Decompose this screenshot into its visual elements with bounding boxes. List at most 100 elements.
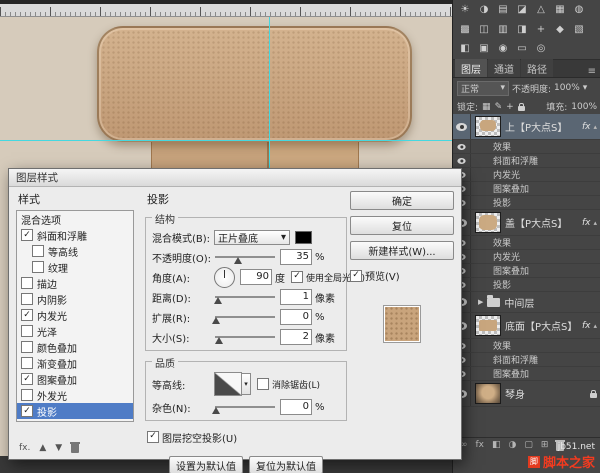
style-item[interactable]: 纹理 [17, 259, 133, 275]
delete-effect-button[interactable] [71, 444, 79, 453]
panel-icon[interactable]: ▦ [553, 3, 567, 17]
knockout-checkbox[interactable]: ✓ [147, 431, 159, 443]
effect-row[interactable]: 效果 [453, 339, 600, 353]
effect-row[interactable]: 斜面和浮雕 [453, 353, 600, 367]
effect-row[interactable]: 图案叠加 [453, 367, 600, 381]
move-effect-down-button[interactable]: ▼ [55, 443, 62, 453]
layer-row[interactable]: 琴身 [453, 381, 600, 407]
style-checkbox[interactable] [21, 277, 33, 289]
panel-icon[interactable]: ▣ [477, 42, 491, 56]
reset-button[interactable]: 复位 [350, 216, 454, 235]
layer-thumbnail[interactable] [475, 315, 501, 336]
lock-all-icon[interactable] [518, 106, 525, 111]
size-slider[interactable] [215, 336, 275, 338]
panel-footer-icon[interactable]: ◧ [492, 440, 501, 450]
spread-input[interactable]: 0 [280, 309, 312, 325]
move-effect-up-button[interactable]: ▲ [39, 443, 46, 453]
panel-icon[interactable]: ◨ [515, 23, 529, 37]
lock-option-icon[interactable]: ▦ [482, 102, 491, 112]
fx-button[interactable]: fx. [19, 443, 30, 453]
collapse-effects-icon[interactable]: ▴ [593, 123, 597, 131]
size-input[interactable]: 2 [280, 329, 312, 345]
panel-icon[interactable]: ◎ [534, 42, 548, 56]
noise-input[interactable]: 0 [280, 399, 312, 415]
panel-icon[interactable]: ▤ [496, 3, 510, 17]
collapse-effects-icon[interactable]: ▴ [593, 219, 597, 227]
style-item[interactable]: 外发光 [17, 387, 133, 403]
style-item[interactable]: ✓投影 [17, 403, 133, 419]
layer-thumbnail[interactable] [475, 116, 501, 137]
layer-thumbnail[interactable] [475, 383, 501, 404]
panel-icon[interactable]: ▥ [496, 23, 510, 37]
slider-thumb[interactable] [215, 337, 223, 344]
effect-row[interactable]: 图案叠加 [453, 182, 600, 196]
layer-row[interactable]: 底面【P大点S】fx▴ [453, 313, 600, 339]
expand-group-icon[interactable]: ▶ [478, 298, 483, 306]
style-checkbox[interactable]: ✓ [21, 229, 33, 241]
style-item[interactable]: 内阴影 [17, 291, 133, 307]
panel-icon[interactable]: ◪ [515, 3, 529, 17]
make-default-button[interactable]: 设置为默认值 [169, 456, 243, 473]
effect-row[interactable]: 投影 [453, 196, 600, 210]
visibility-toggle[interactable] [453, 154, 471, 167]
panel-menu-icon[interactable]: ≡ [588, 66, 599, 77]
slider-thumb[interactable] [212, 407, 220, 414]
style-checkbox[interactable] [21, 325, 33, 337]
panel-icon[interactable]: △ [534, 3, 548, 17]
contour-picker-arrow[interactable]: ▾ [242, 373, 251, 395]
layer-thumbnail[interactable] [475, 212, 501, 233]
noise-slider[interactable] [215, 406, 275, 408]
visibility-toggle[interactable] [453, 114, 471, 139]
preview-checkbox[interactable]: ✓ [350, 270, 362, 282]
shadow-color-swatch[interactable] [295, 231, 312, 244]
style-item[interactable]: 颜色叠加 [17, 339, 133, 355]
antialias-checkbox[interactable] [257, 378, 269, 390]
lock-option-icon[interactable]: ✎ [495, 102, 503, 112]
style-item[interactable]: 等高线 [17, 243, 133, 259]
panel-icon[interactable]: ☀ [458, 3, 472, 17]
style-checkbox[interactable]: ✓ [21, 309, 33, 321]
collapse-effects-icon[interactable]: ▴ [593, 322, 597, 330]
layer-opacity-value[interactable]: 100% [554, 83, 580, 93]
panel-icon[interactable]: ▩ [458, 23, 472, 37]
fill-value[interactable]: 100% [571, 102, 597, 112]
style-item[interactable]: ✓斜面和浮雕 [17, 227, 133, 243]
style-item[interactable]: 描边 [17, 275, 133, 291]
angle-input[interactable]: 90 [240, 269, 272, 285]
style-item[interactable]: 混合选项 [17, 211, 133, 227]
effect-row[interactable]: 效果 [453, 140, 600, 154]
tab-paths[interactable]: 路径 [521, 59, 553, 77]
panel-icon[interactable]: ◆ [553, 23, 567, 37]
style-item[interactable]: ✓图案叠加 [17, 371, 133, 387]
layer-row[interactable]: 盖【P大点S】fx▴ [453, 210, 600, 236]
style-checkbox[interactable] [21, 293, 33, 305]
spread-slider[interactable] [215, 316, 275, 318]
opacity-input[interactable]: 35 [280, 249, 312, 265]
panel-icon[interactable]: ◉ [496, 42, 510, 56]
style-checkbox[interactable] [32, 261, 44, 273]
style-checkbox[interactable] [21, 389, 33, 401]
panel-footer-icon[interactable]: fx [476, 440, 485, 450]
contour-thumbnail[interactable] [214, 372, 242, 396]
tab-channels[interactable]: 通道 [488, 59, 520, 77]
style-checkbox[interactable] [21, 357, 33, 369]
opacity-slider[interactable] [215, 256, 275, 258]
lock-option-icon[interactable]: + [506, 102, 514, 112]
slider-thumb[interactable] [214, 297, 222, 304]
panel-icon[interactable]: ▧ [572, 23, 586, 37]
tab-layers[interactable]: 图层 [455, 59, 487, 77]
style-checkbox[interactable] [32, 245, 44, 257]
slider-thumb[interactable] [212, 317, 220, 324]
layer-row[interactable]: 上【P大点S】fx▴ [453, 114, 600, 140]
visibility-toggle[interactable] [453, 140, 471, 153]
distance-input[interactable]: 1 [280, 289, 312, 305]
new-style-button[interactable]: 新建样式(W)... [350, 241, 454, 260]
style-checkbox[interactable]: ✓ [21, 373, 33, 385]
panel-footer-icon[interactable]: ◑ [509, 440, 517, 450]
effect-row[interactable]: 投影 [453, 278, 600, 292]
chevron-down-icon[interactable]: ▾ [583, 83, 588, 93]
panel-icon[interactable]: ◧ [458, 42, 472, 56]
group-row[interactable]: ▶中间层 [453, 292, 600, 313]
layer-blend-mode-select[interactable]: 正常 ▾ [457, 81, 509, 96]
panel-icon[interactable]: ▭ [515, 42, 529, 56]
